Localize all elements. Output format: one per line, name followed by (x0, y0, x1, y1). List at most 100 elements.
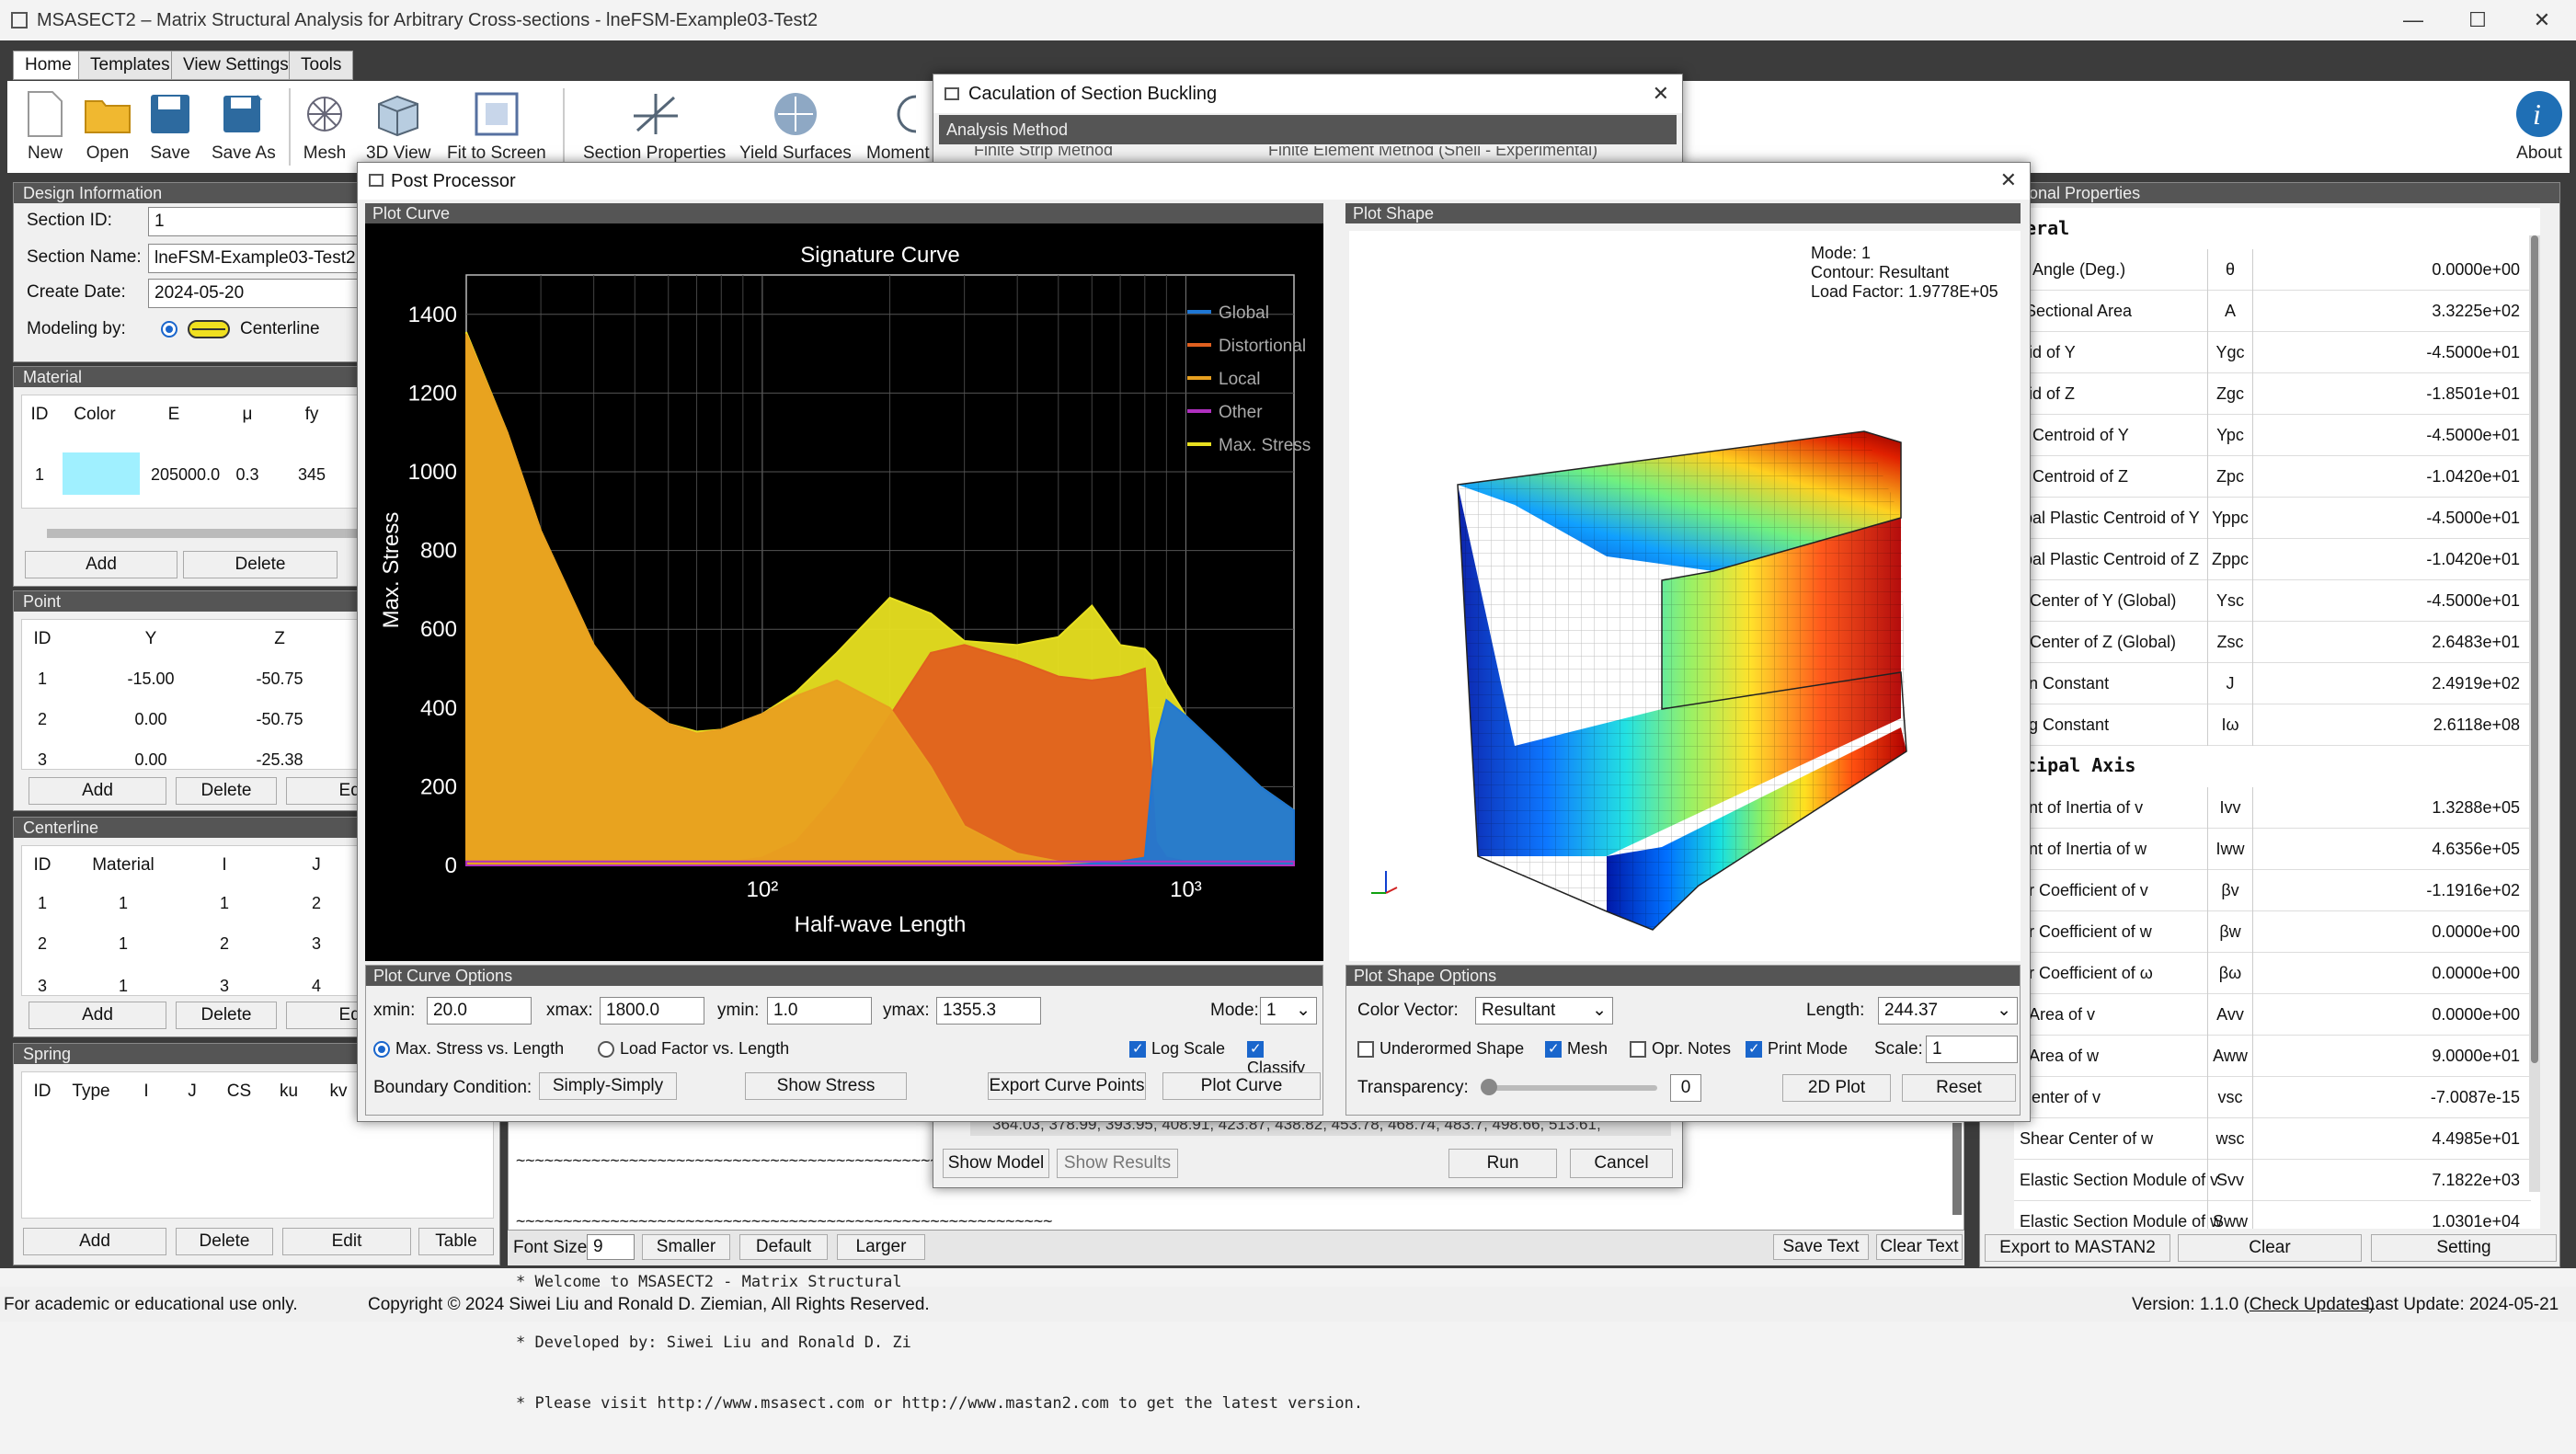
scale-input[interactable]: 1 (1926, 1036, 2018, 1063)
delete-spring-button[interactable]: Delete (176, 1228, 273, 1255)
ymin-label: ymin: (717, 1001, 760, 1020)
analysis-method-header: Analysis Method (939, 115, 1677, 144)
export-curve-points-button[interactable]: Export Curve Points (988, 1072, 1146, 1100)
save-button[interactable]: Save (145, 86, 195, 164)
col-id: ID (33, 1082, 52, 1101)
plot-curve-header: Plot Curve (365, 203, 1323, 223)
horizontal-scrollbar[interactable] (47, 529, 360, 538)
undeformed-checkbox[interactable]: Underormed Shape (1357, 1039, 1524, 1059)
show-model-button[interactable]: Show Model (943, 1149, 1049, 1178)
add-centerline-button[interactable]: Add (29, 1002, 166, 1029)
length-select[interactable]: 244.37 ⌄ (1878, 997, 2018, 1025)
buckling-close-button[interactable]: ✕ (1653, 82, 1669, 106)
y-tick-label: 1400 (408, 303, 457, 327)
export-mastan2-button[interactable]: Export to MASTAN2 (1985, 1234, 2170, 1262)
mode-select[interactable]: 1 ⌄ (1260, 997, 1317, 1025)
chart-svg: 0 200 400 600 800 1000 1200 1400 10² 10³ Signature… (379, 243, 1311, 937)
add-spring-button[interactable]: Add (23, 1228, 166, 1255)
section-properties-button[interactable]: Section Properties (583, 86, 726, 164)
property-value: -1.0420e+01 (2426, 467, 2520, 486)
log-scale-label: Log Scale (1151, 1039, 1226, 1058)
properties-scrollbar[interactable] (2529, 235, 2540, 1192)
property-row: r Area of v Avv 0.0000e+00 (2014, 994, 2531, 1036)
add-point-button[interactable]: Add (29, 777, 166, 805)
save-text-button[interactable]: Save Text (1773, 1234, 1869, 1260)
property-symbol: βω (2207, 953, 2253, 994)
signature-curve-chart[interactable]: 0 200 400 600 800 1000 1200 1400 10² 10³ Signature… (365, 223, 1323, 961)
show-results-button[interactable]: Show Results (1057, 1149, 1178, 1178)
font-size-input[interactable]: 9 (587, 1234, 635, 1260)
fit-to-screen-button[interactable]: Fit to Screen (447, 86, 546, 164)
mesh-checkbox[interactable]: Mesh (1545, 1039, 1608, 1059)
tab-tools[interactable]: Tools (289, 51, 354, 80)
larger-button[interactable]: Larger (837, 1234, 925, 1260)
material-color-swatch[interactable] (63, 452, 140, 495)
smaller-button[interactable]: Smaller (642, 1234, 730, 1260)
property-symbol: Ysc (2207, 580, 2253, 622)
mode-shape-view[interactable]: Mode: 1 Contour: Resultant Load Factor: … (1349, 231, 2021, 961)
about-button[interactable]: i About (2514, 86, 2564, 164)
check-updates-link[interactable]: Check Updates (2250, 1295, 2369, 1314)
fsm-radio[interactable]: Finite Strip Method (974, 146, 1113, 160)
plot-curve-button[interactable]: Plot Curve (1162, 1072, 1321, 1100)
property-value: -4.5000e+01 (2426, 591, 2520, 610)
section-name-input[interactable]: lneFSM-Example03-Test2 (148, 244, 369, 273)
xmin-input[interactable]: 20.0 (427, 997, 532, 1025)
color-vector-select[interactable]: Resultant ⌄ (1475, 997, 1613, 1025)
run-button[interactable]: Run (1448, 1149, 1557, 1178)
transparency-input[interactable]: 0 (1670, 1074, 1701, 1102)
modeling-label: Modeling by: (27, 319, 126, 338)
open-button[interactable]: Open (83, 86, 132, 164)
console-scrollbar[interactable] (1952, 1123, 1962, 1215)
new-button[interactable]: New (20, 86, 70, 164)
cancel-button[interactable]: Cancel (1570, 1149, 1673, 1178)
boundary-condition-button[interactable]: Simply-Simply (539, 1072, 677, 1100)
post-close-button[interactable]: ✕ (2000, 168, 2017, 192)
default-button[interactable]: Default (739, 1234, 828, 1260)
save-as-button[interactable]: + Save As (212, 86, 276, 164)
slider-thumb[interactable] (1481, 1079, 1497, 1095)
property-name: c Centroid of Z (2020, 467, 2129, 486)
y-tick-label: 1000 (408, 460, 457, 485)
chevron-down-icon: ⌄ (1592, 1001, 1607, 1020)
ymin-input[interactable]: 1.0 (767, 997, 872, 1025)
opr-notes-checkbox[interactable]: Opr. Notes (1630, 1039, 1731, 1059)
3d-view-button[interactable]: 3D View (366, 86, 430, 164)
table-spring-button[interactable]: Table (418, 1228, 494, 1255)
edit-spring-button[interactable]: Edit (282, 1228, 411, 1255)
show-stress-button[interactable]: Show Stress (745, 1072, 907, 1100)
clear-text-button[interactable]: Clear Text (1876, 1234, 1963, 1260)
property-value: 2.4919e+02 (2432, 674, 2520, 693)
ymax-input[interactable]: 1355.3 (936, 997, 1041, 1025)
2d-plot-button[interactable]: 2D Plot (1782, 1074, 1891, 1102)
load-factor-radio[interactable]: Load Factor vs. Length (598, 1039, 789, 1059)
tab-templates[interactable]: Templates (78, 51, 182, 80)
transparency-slider[interactable] (1481, 1079, 1657, 1095)
delete-material-button[interactable]: Delete (183, 551, 338, 578)
delete-centerline-button[interactable]: Delete (176, 1002, 277, 1029)
property-value: 0.0000e+00 (2432, 922, 2520, 941)
setting-button[interactable]: Setting (2371, 1234, 2557, 1262)
log-scale-checkbox[interactable]: Log Scale (1129, 1039, 1225, 1059)
maximize-button[interactable]: ☐ (2446, 0, 2509, 40)
minimize-button[interactable]: — (2382, 0, 2444, 40)
print-mode-checkbox[interactable]: Print Mode (1746, 1039, 1848, 1059)
yield-surface-icon (771, 86, 820, 142)
xmax-input[interactable]: 1800.0 (600, 997, 704, 1025)
close-button[interactable]: ✕ (2511, 0, 2573, 40)
tab-view-settings[interactable]: View Settings (171, 51, 301, 80)
centerline-radio[interactable] (161, 321, 177, 338)
tab-home[interactable]: Home (13, 51, 84, 80)
section-id-input[interactable]: 1 (148, 207, 369, 236)
create-date-input[interactable]: 2024-05-20 (148, 279, 369, 308)
fem-radio[interactable]: Finite Element Method (Shell - Experimen… (1268, 146, 1597, 160)
mesh-button[interactable]: Mesh (300, 86, 349, 164)
delete-point-button[interactable]: Delete (176, 777, 277, 805)
yield-surfaces-button[interactable]: Yield Surfaces (739, 86, 852, 164)
clear-properties-button[interactable]: Clear (2178, 1234, 2362, 1262)
max-stress-radio[interactable]: Max. Stress vs. Length (373, 1039, 564, 1059)
reset-button[interactable]: Reset (1902, 1074, 2016, 1102)
property-name: Elastic Section Module of v (2020, 1171, 2219, 1189)
add-material-button[interactable]: Add (25, 551, 177, 578)
ribbon-separator (289, 88, 291, 166)
